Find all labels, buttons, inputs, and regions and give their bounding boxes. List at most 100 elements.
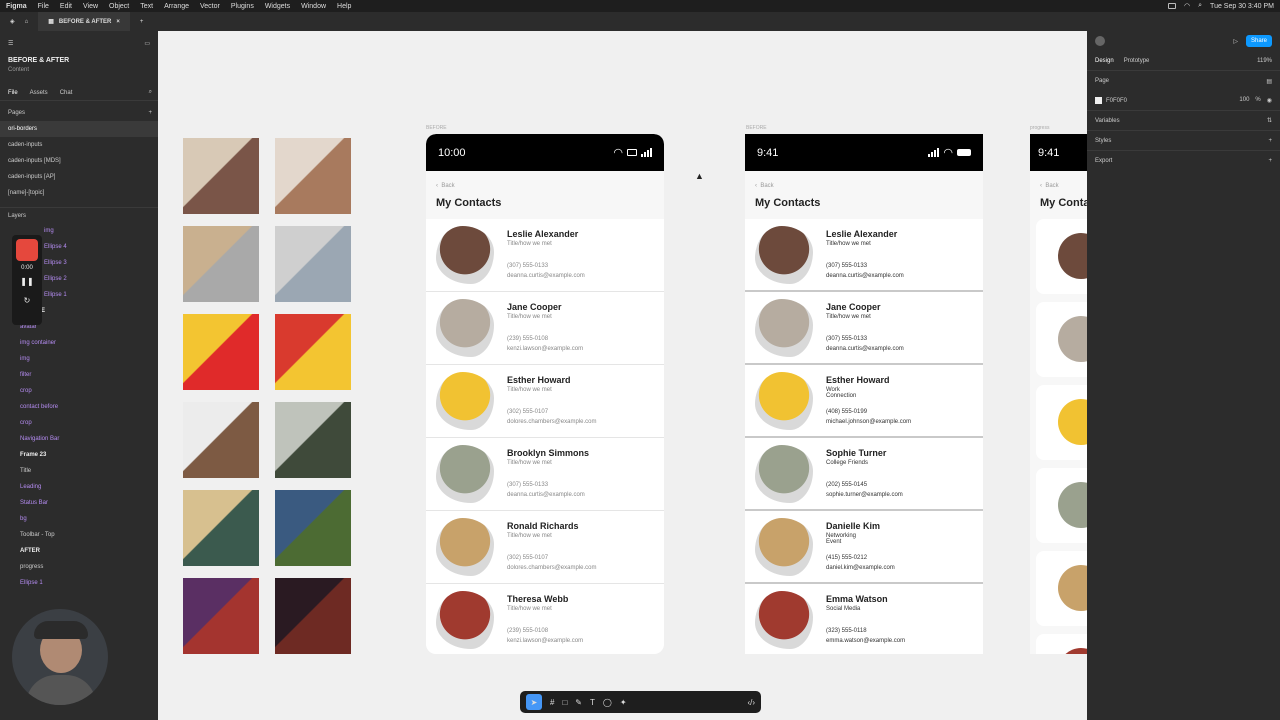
before-phone-frame[interactable]: 10:00 ◠ ‹ Back My Contacts Leslie Alexan… [426, 134, 664, 654]
page-fill-row[interactable]: F0F0F0 100 % ◉ [1087, 91, 1280, 111]
menubar-item[interactable]: Plugins [231, 3, 254, 10]
back-link[interactable]: ‹ Back [436, 183, 664, 189]
pen-tool-icon[interactable]: ✎ [575, 698, 582, 707]
contact-card[interactable] [1036, 634, 1087, 654]
contact-row[interactable]: Sophie Turner College Friends (202) 555-01… [745, 438, 983, 511]
new-tab-icon[interactable]: + [140, 19, 144, 25]
text-tool-icon[interactable]: T [590, 698, 595, 707]
add-style-icon[interactable]: + [1268, 138, 1272, 144]
add-export-icon[interactable]: + [1268, 158, 1272, 164]
layer-item[interactable]: Navigation Bar [12, 431, 158, 447]
play-icon[interactable]: ▷ [1233, 38, 1238, 45]
portrait-photo[interactable] [183, 314, 259, 390]
contact-row[interactable]: Emma Watson Social Media (323) 555-0118 emm… [745, 584, 983, 654]
eye-icon[interactable]: ◉ [1267, 97, 1272, 104]
contact-row[interactable]: Ronald Richards Title/how we met (302) 555… [426, 511, 664, 584]
variables-icon[interactable]: ⇅ [1267, 117, 1272, 124]
stop-record-button[interactable] [16, 239, 38, 261]
add-page-icon[interactable]: + [148, 110, 152, 116]
page-item[interactable]: caden-inputs [AP] [0, 169, 158, 185]
fill-swatch[interactable] [1095, 97, 1102, 104]
search-icon[interactable]: ⌕ [1198, 2, 1202, 10]
comment-tool-icon[interactable]: ◯ [603, 698, 612, 707]
portrait-photo[interactable] [183, 402, 259, 478]
tab-design[interactable]: Design [1095, 58, 1114, 64]
menubar-item[interactable]: Edit [60, 3, 72, 10]
portrait-photo[interactable] [275, 402, 351, 478]
portrait-photo[interactable] [183, 226, 259, 302]
portrait-photo[interactable] [183, 490, 259, 566]
menubar-item[interactable]: Object [109, 3, 129, 10]
tab-prototype[interactable]: Prototype [1124, 58, 1150, 64]
contact-card[interactable] [1036, 219, 1087, 294]
menubar-item[interactable]: Help [337, 3, 351, 10]
layer-item[interactable]: img container [12, 335, 158, 351]
progress-phone-frame[interactable]: 9:41 ‹ Back My Conta [1030, 134, 1087, 654]
menubar-item[interactable]: Text [140, 3, 153, 10]
variables-section[interactable]: Variables ⇅ [1087, 111, 1280, 131]
search-icon[interactable]: ⌕ [149, 89, 152, 96]
layer-item[interactable]: contact before [12, 399, 158, 415]
after-phone-frame[interactable]: 9:41 ◠ ‹ Back My Contacts Leslie Alexand… [745, 134, 983, 654]
page-item[interactable]: ori-borders [0, 121, 158, 137]
layer-item[interactable]: Title [12, 463, 158, 479]
layer-item[interactable]: AFTER [12, 543, 158, 559]
avatar[interactable] [1095, 36, 1105, 46]
portrait-photo[interactable] [275, 578, 351, 654]
portrait-photo[interactable] [183, 578, 259, 654]
contact-row[interactable]: Jane Cooper Title/how we met (239) 555-010… [426, 292, 664, 365]
menubar-item[interactable]: Figma [6, 3, 27, 10]
move-tool-icon[interactable]: ➤ [526, 694, 542, 710]
back-link[interactable]: ‹ Back [1040, 183, 1087, 189]
layer-item[interactable]: Toolbar - Top [12, 527, 158, 543]
page-item[interactable]: caden-inputs [0, 137, 158, 153]
layer-item[interactable]: crop [12, 415, 158, 431]
actions-tool-icon[interactable]: ✦ [620, 698, 627, 707]
layer-item[interactable]: crop [12, 383, 158, 399]
menubar-item[interactable]: View [83, 3, 98, 10]
file-title[interactable]: BEFORE & AFTER [0, 55, 158, 65]
menubar-item[interactable]: File [38, 3, 49, 10]
zoom-level[interactable]: 119% [1257, 58, 1272, 64]
fill-hex[interactable]: F0F0F0 [1106, 98, 1127, 104]
layer-item[interactable]: Status Bar [12, 495, 158, 511]
tab-file[interactable]: File [8, 90, 18, 96]
back-link[interactable]: ‹ Back [755, 183, 983, 189]
page-item[interactable]: caden-inputs [MDS] [0, 153, 158, 169]
share-button[interactable]: Share [1245, 35, 1272, 47]
portrait-photo[interactable] [275, 314, 351, 390]
restart-icon[interactable]: ↻ [12, 296, 42, 305]
contact-row[interactable]: Leslie Alexander Title/how we met (307) 55… [426, 219, 664, 292]
canvas[interactable]: BEFORE BEFORE progress 10:00 ◠ ‹ Back My… [158, 31, 1087, 720]
shape-tool-icon[interactable]: □ [562, 698, 567, 707]
tab-chat[interactable]: Chat [60, 90, 73, 96]
portrait-photo[interactable] [275, 226, 351, 302]
contact-row[interactable]: Brooklyn Simmons Title/how we met (307) 55… [426, 438, 664, 511]
dev-mode-icon[interactable]: ‹/› [747, 698, 755, 707]
contact-row[interactable]: Esther Howard Work Connection (408) 555-01… [745, 365, 983, 438]
page-item[interactable]: [name]-[topic] [0, 185, 158, 201]
contact-row[interactable]: Danielle Kim Networking Event (415) 555-02… [745, 511, 983, 584]
portrait-photo[interactable] [275, 490, 351, 566]
contact-card[interactable] [1036, 551, 1087, 626]
contact-card[interactable] [1036, 385, 1087, 460]
contact-card[interactable] [1036, 468, 1087, 543]
menubar-item[interactable]: Window [301, 3, 326, 10]
frame-tool-icon[interactable]: # [550, 698, 554, 707]
tab-before-after[interactable]: ▦ BEFORE & AFTER × [38, 12, 130, 31]
menubar-item[interactable]: Vector [200, 3, 220, 10]
menubar-item[interactable]: Widgets [265, 3, 290, 10]
tab-assets[interactable]: Assets [30, 90, 48, 96]
panel-toggle-icon[interactable]: ▭ [144, 40, 150, 47]
portrait-photo[interactable] [183, 138, 259, 214]
home-icon[interactable]: ⌂ [25, 19, 29, 25]
page-settings-icon[interactable]: ▤ [1266, 78, 1272, 85]
layer-item[interactable]: filter [12, 367, 158, 383]
layer-item[interactable]: bg [12, 511, 158, 527]
contact-row[interactable]: Leslie Alexander Title/how we met (307) 55… [745, 219, 983, 292]
layer-item[interactable]: Leading [12, 479, 158, 495]
contact-row[interactable]: Esther Howard Title/how we met (302) 555-0… [426, 365, 664, 438]
contact-card[interactable] [1036, 302, 1087, 377]
contact-row[interactable]: Theresa Webb Title/how we met (239) 555-01… [426, 584, 664, 654]
layer-item[interactable]: progress [12, 559, 158, 575]
